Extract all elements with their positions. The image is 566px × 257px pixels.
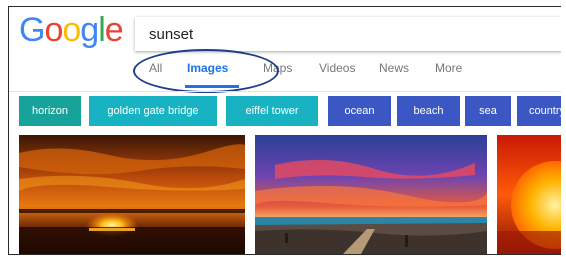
logo-letter: o: [62, 11, 81, 49]
chip-horizon[interactable]: horizon: [19, 96, 81, 126]
chip-ocean[interactable]: ocean: [328, 96, 391, 126]
search-box[interactable]: [135, 17, 561, 51]
chip-eiffel-tower[interactable]: eiffel tower: [226, 96, 318, 126]
sunset-sun-image: [497, 135, 561, 254]
sunset-horizon-image: [19, 135, 245, 254]
annotation-circle: [133, 49, 279, 93]
tab-more[interactable]: More: [435, 61, 462, 75]
chip-beach[interactable]: beach: [397, 96, 460, 126]
sunset-beach-path-photo[interactable]: [255, 135, 487, 254]
header-divider: [9, 91, 561, 92]
logo-letter: e: [104, 11, 124, 49]
tab-news[interactable]: News: [379, 61, 409, 75]
logo-letter: o: [44, 11, 63, 49]
logo-letter: G: [19, 11, 45, 49]
chip-golden-gate-bridge[interactable]: golden gate bridge: [89, 96, 217, 126]
sunset-beach-path-image: [255, 135, 487, 254]
sunset-sun-photo[interactable]: [497, 135, 561, 254]
search-input[interactable]: [135, 17, 561, 51]
tab-videos[interactable]: Videos: [319, 61, 355, 75]
chip-country[interactable]: country: [517, 96, 561, 126]
chip-sea[interactable]: sea: [465, 96, 511, 126]
sunset-horizon-photo[interactable]: [19, 135, 245, 254]
logo-letter: g: [80, 11, 99, 49]
browser-frame: Google All Images Maps Videos News More …: [8, 6, 561, 255]
google-logo[interactable]: Google: [19, 11, 124, 50]
